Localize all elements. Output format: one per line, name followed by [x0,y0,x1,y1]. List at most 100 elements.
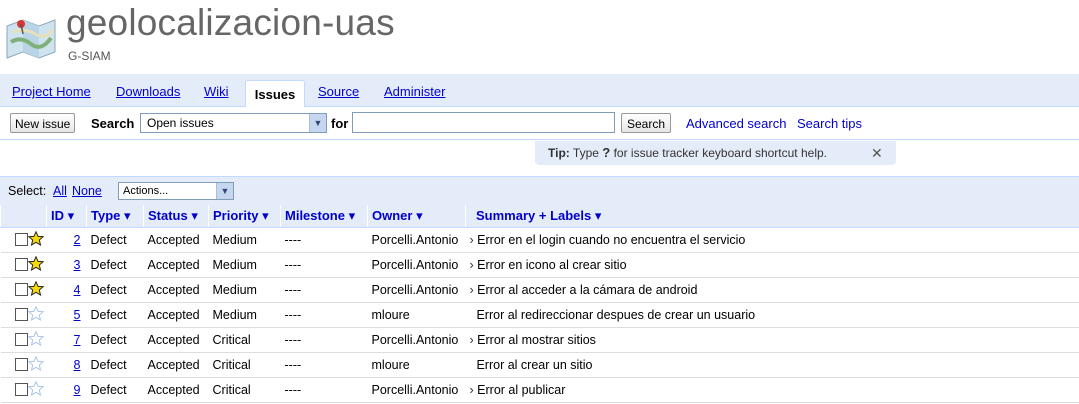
issue-status[interactable]: Accepted [143,327,209,353]
issue-summary[interactable]: Error al redireccionar despues de crear … [476,308,755,322]
column-header-owner[interactable]: Owner ▾ [367,205,466,228]
issue-owner[interactable]: Porcelli.Antonio [367,252,466,278]
issue-milestone[interactable]: ---- [280,252,368,278]
table-row[interactable]: 9 Defect Accepted Critical ---- Porcelli.Anto… [0,377,1079,403]
issue-summary[interactable]: Error en icono al crear sitio [477,258,626,272]
issue-priority[interactable]: Critical [208,327,281,353]
column-header-type[interactable]: Type ▾ [86,205,144,228]
search-tips-link[interactable]: Search tips [797,116,862,131]
issue-type[interactable]: Defect [86,352,144,378]
issue-id-link[interactable]: 9 [74,383,81,397]
issue-summary[interactable]: Error en el login cuando no encuentra el… [477,233,745,247]
issue-milestone[interactable]: ---- [280,302,368,328]
issue-id-link[interactable]: 2 [74,233,81,247]
issue-milestone[interactable]: ---- [280,227,368,253]
chevron-down-icon[interactable]: ▼ [216,183,233,199]
row-checkbox[interactable] [14,308,28,321]
tab-downloads[interactable]: Downloads [116,84,180,99]
issue-summary-cell[interactable]: › Error al publicar [465,377,1079,403]
issue-owner[interactable]: Porcelli.Antonio [367,327,466,353]
issue-priority[interactable]: Critical [208,352,281,378]
search-scope-select[interactable]: Open issues ▼ [140,113,327,133]
project-name[interactable]: geolocalizacion-uas [66,2,395,44]
table-row[interactable]: 5 Defect Accepted Medium ---- mloure Error al… [0,302,1079,328]
issue-status[interactable]: Accepted [143,277,209,303]
row-checkbox[interactable] [14,383,28,396]
issue-type[interactable]: Defect [86,252,144,278]
issue-owner[interactable]: mloure [367,352,466,378]
issue-milestone[interactable]: ---- [280,377,368,403]
tab-wiki[interactable]: Wiki [204,84,229,99]
column-header-status[interactable]: Status ▾ [143,205,209,228]
search-input[interactable] [352,112,615,133]
issue-milestone[interactable]: ---- [280,352,368,378]
tab-issues[interactable]: Issues [245,80,305,108]
issue-priority[interactable]: Critical [208,377,281,403]
actions-select[interactable]: Actions... ▼ [118,182,234,200]
table-row[interactable]: 4 Defect Accepted Medium ---- Porcelli.Antoni… [0,277,1079,303]
issue-milestone[interactable]: ---- [280,327,368,353]
select-none-link[interactable]: None [72,184,102,198]
row-checkbox[interactable] [14,283,28,296]
issue-type[interactable]: Defect [86,302,144,328]
issue-id-link[interactable]: 5 [74,308,81,322]
issue-summary-cell[interactable]: › Error al acceder a la cámara de androi… [465,277,1079,303]
star-empty-icon[interactable] [27,305,44,324]
issue-type[interactable]: Defect [86,377,144,403]
issue-id-link[interactable]: 3 [74,258,81,272]
tab-source[interactable]: Source [318,84,359,99]
issue-summary[interactable]: Error al crear un sitio [476,358,592,372]
issue-id-link[interactable]: 4 [74,283,81,297]
issue-owner[interactable]: Porcelli.Antonio [367,277,466,303]
star-empty-icon[interactable] [27,380,44,399]
issue-priority[interactable]: Medium [208,302,281,328]
column-header-milestone[interactable]: Milestone ▾ [280,205,368,228]
issue-priority[interactable]: Medium [208,252,281,278]
issue-owner[interactable]: Porcelli.Antonio [367,377,466,403]
new-issue-button[interactable]: New issue [10,113,76,133]
tab-project-home[interactable]: Project Home [12,84,91,99]
issue-summary-cell[interactable]: › Error en el login cuando no encuentra … [465,227,1079,253]
select-all-link[interactable]: All [53,184,67,198]
star-filled-icon[interactable] [27,255,44,274]
issue-owner[interactable]: Porcelli.Antonio [367,227,466,253]
issue-priority[interactable]: Medium [208,227,281,253]
table-row[interactable]: 8 Defect Accepted Critical ---- mloure Error … [0,352,1079,378]
column-header-id[interactable]: ID ▾ [46,205,87,228]
issue-status[interactable]: Accepted [143,377,209,403]
close-icon[interactable]: ✕ [871,141,883,165]
star-empty-icon[interactable] [27,330,44,349]
issue-type[interactable]: Defect [86,227,144,253]
issue-summary-cell[interactable]: Error al crear un sitio [465,352,1079,378]
tab-administer[interactable]: Administer [384,84,445,99]
issue-summary[interactable]: Error al mostrar sitios [477,333,596,347]
issue-summary-cell[interactable]: › Error al mostrar sitios [465,327,1079,353]
issue-status[interactable]: Accepted [143,352,209,378]
column-header-summary[interactable]: Summary + Labels ▾ [465,205,1079,228]
search-button[interactable]: Search [621,113,672,133]
issue-type[interactable]: Defect [86,277,144,303]
issue-milestone[interactable]: ---- [280,277,368,303]
issue-type[interactable]: Defect [86,327,144,353]
star-empty-icon[interactable] [27,355,44,374]
issue-summary[interactable]: Error al publicar [477,383,565,397]
table-row[interactable]: 3 Defect Accepted Medium ---- Porcelli.Antoni… [0,252,1079,278]
issue-status[interactable]: Accepted [143,252,209,278]
row-checkbox[interactable] [14,333,28,346]
advanced-search-link[interactable]: Advanced search [686,116,786,131]
star-filled-icon[interactable] [27,230,44,249]
issue-status[interactable]: Accepted [143,302,209,328]
row-checkbox[interactable] [14,358,28,371]
chevron-down-icon[interactable]: ▼ [309,114,326,132]
column-header-priority[interactable]: Priority ▾ [208,205,281,228]
issue-priority[interactable]: Medium [208,277,281,303]
issue-summary-cell[interactable]: Error al redireccionar despues de crear … [465,302,1079,328]
issue-summary-cell[interactable]: › Error en icono al crear sitio [465,252,1079,278]
table-row[interactable]: 2 Defect Accepted Medium ---- Porcelli.Antoni… [0,227,1079,253]
project-logo-icon[interactable] [5,12,59,60]
row-checkbox[interactable] [14,233,28,246]
issue-id-link[interactable]: 8 [74,358,81,372]
row-checkbox[interactable] [14,258,28,271]
star-filled-icon[interactable] [27,280,44,299]
issue-status[interactable]: Accepted [143,227,209,253]
